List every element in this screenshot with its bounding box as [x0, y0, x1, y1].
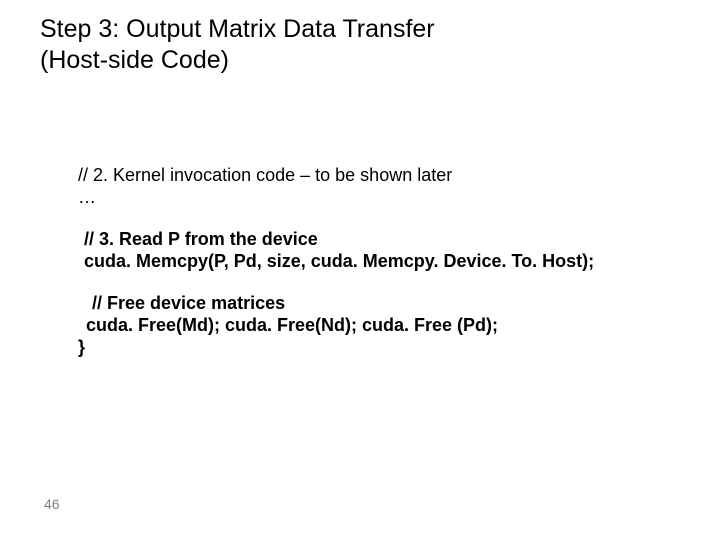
code-line: cuda. Free(Md); cuda. Free(Nd); cuda. Fr… — [78, 315, 658, 337]
slide-title: Step 3: Output Matrix Data Transfer (Hos… — [40, 14, 640, 77]
code-block-3: // Free device matrices cuda. Free(Md); … — [78, 293, 658, 359]
code-line: cuda. Memcpy(P, Pd, size, cuda. Memcpy. … — [84, 251, 658, 273]
slide-body: // 2. Kernel invocation code – to be sho… — [78, 165, 658, 379]
title-line-2: (Host-side Code) — [40, 45, 640, 76]
code-line: // Free device matrices — [78, 293, 658, 315]
code-line: } — [78, 337, 658, 359]
code-block-1: // 2. Kernel invocation code – to be sho… — [78, 165, 658, 209]
title-line-1: Step 3: Output Matrix Data Transfer — [40, 14, 640, 45]
page-number: 46 — [44, 496, 60, 512]
code-block-2: // 3. Read P from the device cuda. Memcp… — [78, 229, 658, 273]
code-line: // 3. Read P from the device — [84, 229, 658, 251]
code-line: … — [78, 187, 658, 209]
slide: Step 3: Output Matrix Data Transfer (Hos… — [0, 0, 720, 540]
code-line: // 2. Kernel invocation code – to be sho… — [78, 165, 658, 187]
